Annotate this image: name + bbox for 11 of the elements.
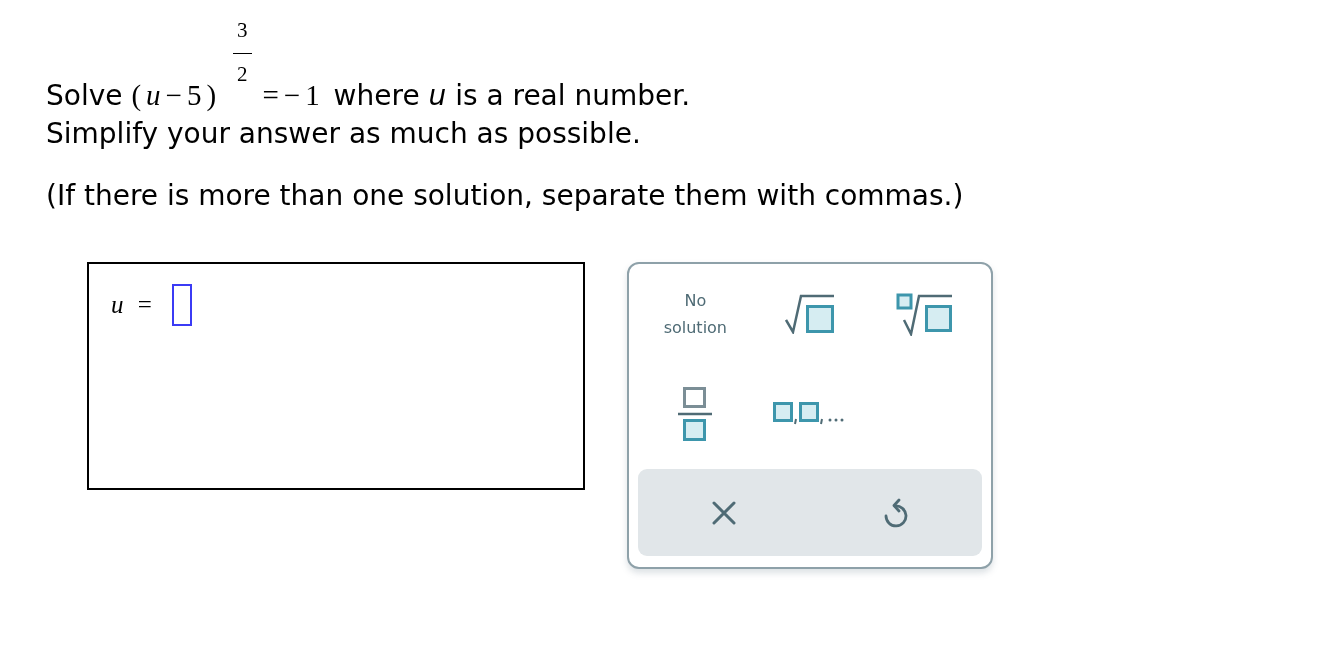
undo-icon — [883, 496, 909, 529]
fraction-icon — [678, 387, 713, 441]
instruction-text: Simplify your answer as much as possible. — [46, 116, 642, 152]
nth-root-icon — [896, 292, 954, 336]
answer-field[interactable] — [171, 284, 192, 326]
square-root-icon — [785, 294, 835, 334]
variable-label: u = — [111, 291, 152, 319]
problem-statement: Solve (u−5) 3 2 =−1 where u is a real number. — [46, 20, 692, 114]
x-icon — [712, 500, 736, 525]
note-text: (If there is more than one solution, separate them with commas.) — [46, 178, 965, 214]
no-solution-button[interactable]: No solution — [646, 279, 745, 349]
